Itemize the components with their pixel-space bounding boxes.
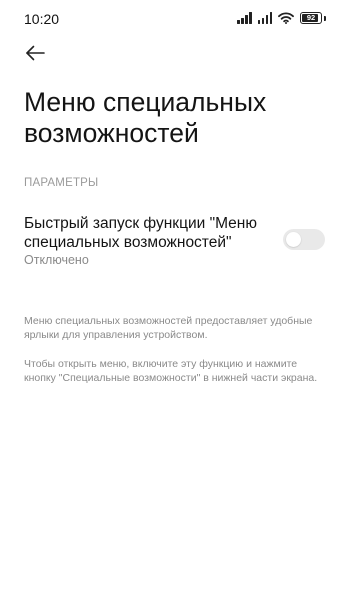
back-button[interactable]: [18, 38, 52, 68]
description-text: Меню специальных возможностей предоставл…: [24, 315, 313, 341]
battery-icon: 92: [300, 12, 322, 24]
toggle-knob: [286, 232, 301, 247]
section-header: ПАРАМЕТРЫ: [24, 177, 99, 189]
battery-level: 92: [306, 13, 316, 23]
quick-launch-toggle[interactable]: [283, 229, 325, 250]
battery-cap: [324, 15, 326, 21]
quick-launch-setting-row[interactable]: Быстрый запуск функции "Меню специальных…: [0, 208, 350, 272]
status-bar: 10:20 92: [0, 0, 350, 38]
signal-icon: [237, 12, 252, 24]
arrow-left-icon: [26, 45, 45, 61]
wifi-icon: [278, 12, 294, 24]
description-text: Чтобы открыть меню, включите эту функцию…: [24, 358, 318, 384]
setting-title: Быстрый запуск функции "Меню специальных…: [24, 215, 257, 251]
setting-status: Отключено: [24, 253, 89, 267]
screen: 10:20 92 Меню специальных возможностей П…: [0, 0, 350, 616]
signal-icon: [257, 12, 272, 24]
status-time: 10:20: [24, 11, 60, 27]
status-icons: 92: [237, 12, 326, 24]
page-title: Меню специальных возможностей: [24, 87, 267, 148]
